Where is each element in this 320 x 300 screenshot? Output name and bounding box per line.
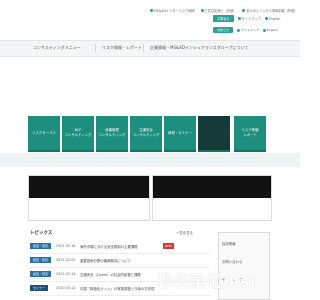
bullet-icon (262, 28, 266, 32)
news-date: 2020.03.12 (56, 285, 76, 290)
divider-band (0, 153, 300, 167)
top-link-3[interactable]: あいおいニッセイ同和損保（外部） (242, 8, 297, 13)
nav-consulting-menu[interactable]: コンサルティングメニュー (33, 45, 81, 51)
bullet-icon (150, 8, 153, 12)
sitemap-link[interactable]: サイトマップ (237, 16, 261, 21)
news-title[interactable]: 重要技術分野の最新動向について (80, 258, 210, 263)
bullet-icon (264, 17, 268, 20)
tile-seminar[interactable]: 研修・セミナー (164, 116, 196, 152)
bullet-icon (237, 17, 241, 20)
watermark-text: 秒收录啦msl (157, 272, 257, 291)
sub-links: お知らせ サイトマップ English (213, 27, 278, 33)
bullet-icon (200, 8, 204, 12)
topics-more-link[interactable]: 一覧を見る (176, 230, 193, 235)
feature-panel-right[interactable] (152, 175, 272, 221)
top-link-1[interactable]: MS&ADインターリスク総研 (150, 8, 195, 13)
feature-image-left (29, 176, 149, 198)
category-badge: 調査・研究 (30, 257, 52, 263)
new-badge: NEW (163, 243, 174, 249)
tile-photo[interactable] (198, 116, 230, 152)
feature-panel-left[interactable] (28, 175, 150, 221)
top-links: MS&ADインターリスク総研 三井住友海上（外部） あいおいニッセイ同和損保（外… (150, 5, 300, 15)
contact-button[interactable]: お問合せ (213, 15, 234, 22)
top-header: MS&ADインターリスク総研 三井住友海上（外部） あいおいニッセイ同和損保（外… (0, 0, 300, 36)
service-tiles: リスクサーベイ BCP コンサルティング 危機管理 コンサルティング 交通安全 … (28, 116, 268, 152)
sub-link-sitemap[interactable]: サイトマップ (236, 28, 259, 32)
nav-divider (143, 44, 144, 52)
english-link[interactable]: English (264, 17, 280, 21)
side-link-contact[interactable]: お問い合わせ (222, 259, 242, 264)
category-badge: 調査・研究 (30, 243, 52, 249)
bullet-icon (236, 28, 240, 32)
news-date: 2021.02.18 (56, 243, 76, 248)
header-buttons: お問合せ サイトマップ English (213, 15, 280, 22)
nav-company-info[interactable]: 企業情報・MS&ADインシュアランスグループについて (150, 45, 248, 51)
list-item[interactable]: 調査・研究 2021.02.18 海外市場における安全規制の主要課題 NEW (30, 240, 210, 254)
nav-risk-info[interactable]: リスク情報・レポート (102, 45, 142, 51)
tile-traffic[interactable]: 交通安全 コンサルティング (130, 116, 162, 152)
side-link-recruit[interactable]: 採用情報 (222, 241, 236, 246)
tile-bcp[interactable]: BCP コンサルティング (62, 116, 94, 152)
news-date: 2021.02.09 (56, 257, 76, 262)
topics-heading: トピックス (30, 231, 53, 236)
tile-risk-survey[interactable]: リスクサーベイ (28, 116, 60, 152)
sub-link-english[interactable]: English (262, 28, 278, 32)
tile-risk-report[interactable]: リスク情報 レポート (234, 116, 266, 152)
global-nav: コンサルティングメニュー リスク情報・レポート 企業情報・MS&ADインシュアラ… (0, 40, 300, 57)
category-badge: セミナー (30, 285, 49, 291)
news-date: 2021.07.14 (56, 271, 76, 276)
list-item[interactable]: 調査・研究 2021.02.09 重要技術分野の最新動向について (30, 254, 210, 268)
news-title[interactable]: 海外市場における安全規制の主要課題 (80, 244, 210, 249)
top-link-2[interactable]: 三井住友海上（外部） (200, 8, 236, 13)
nav-divider (95, 44, 96, 52)
category-badge: 調査・研究 (30, 271, 52, 277)
news-button[interactable]: お知らせ (213, 27, 233, 33)
bullet-icon (242, 8, 246, 12)
feature-image-right (153, 176, 271, 198)
tile-crisis[interactable]: 危機管理 コンサルティング (96, 116, 128, 152)
